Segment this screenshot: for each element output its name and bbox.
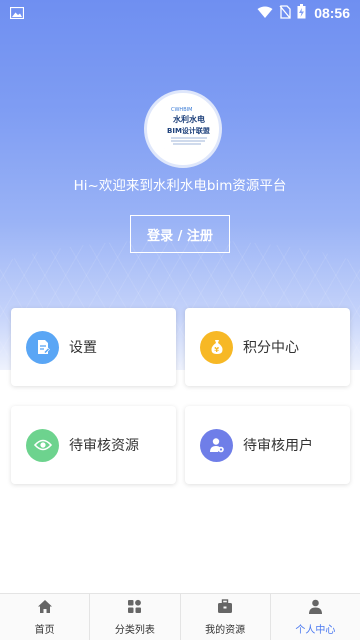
document-icon bbox=[26, 330, 59, 364]
user-gear-icon bbox=[200, 428, 233, 462]
tab-home-label: 首页 bbox=[34, 624, 55, 636]
svg-text:水利水电: 水利水电 bbox=[172, 114, 205, 124]
tab-categories-label: 分类列表 bbox=[114, 624, 155, 636]
settings-label: 设置 bbox=[69, 340, 97, 356]
app-logo: CWHBIM 水利水电 BIM设计联盟 bbox=[144, 90, 222, 168]
login-register-button[interactable]: 登录 / 注册 bbox=[130, 215, 230, 253]
tab-home[interactable]: 首页 bbox=[0, 594, 91, 640]
home-icon bbox=[37, 599, 53, 618]
eye-icon bbox=[26, 428, 59, 462]
tab-my-resources-label: 我的资源 bbox=[205, 624, 246, 636]
money-bag-icon: ¥ bbox=[200, 330, 233, 364]
svg-text:BIM设计联盟: BIM设计联盟 bbox=[167, 126, 210, 135]
welcome-text: Hi~欢迎来到水利水电bim资源平台 bbox=[73, 178, 287, 194]
settings-card[interactable]: 设置 bbox=[11, 308, 176, 386]
points-center-label: 积分中心 bbox=[243, 340, 299, 356]
bottom-tab-bar: 首页 分类列表 我的资源 个人中心 bbox=[0, 593, 360, 640]
svg-text:¥: ¥ bbox=[214, 346, 219, 354]
image-notification-icon bbox=[9, 4, 25, 23]
status-time: 08:56 bbox=[314, 5, 350, 21]
tab-profile[interactable]: 个人中心 bbox=[271, 594, 360, 640]
pending-users-card[interactable]: 待审核用户 bbox=[185, 406, 350, 484]
person-icon bbox=[308, 599, 323, 618]
tab-categories[interactable]: 分类列表 bbox=[90, 594, 181, 640]
points-center-card[interactable]: ¥ 积分中心 bbox=[185, 308, 350, 386]
wifi-icon bbox=[257, 4, 273, 23]
no-sim-icon bbox=[279, 4, 291, 23]
pending-users-label: 待审核用户 bbox=[243, 438, 313, 454]
pending-resources-label: 待审核资源 bbox=[69, 438, 139, 454]
status-bar: 08:56 bbox=[0, 0, 360, 26]
tab-my-resources[interactable]: 我的资源 bbox=[181, 594, 271, 640]
svg-text:CWHBIM: CWHBIM bbox=[171, 107, 192, 113]
battery-charging-icon bbox=[297, 3, 306, 23]
grid-icon bbox=[127, 599, 142, 618]
briefcase-icon bbox=[217, 598, 233, 618]
pending-resources-card[interactable]: 待审核资源 bbox=[11, 406, 176, 484]
tab-profile-label: 个人中心 bbox=[295, 624, 336, 636]
